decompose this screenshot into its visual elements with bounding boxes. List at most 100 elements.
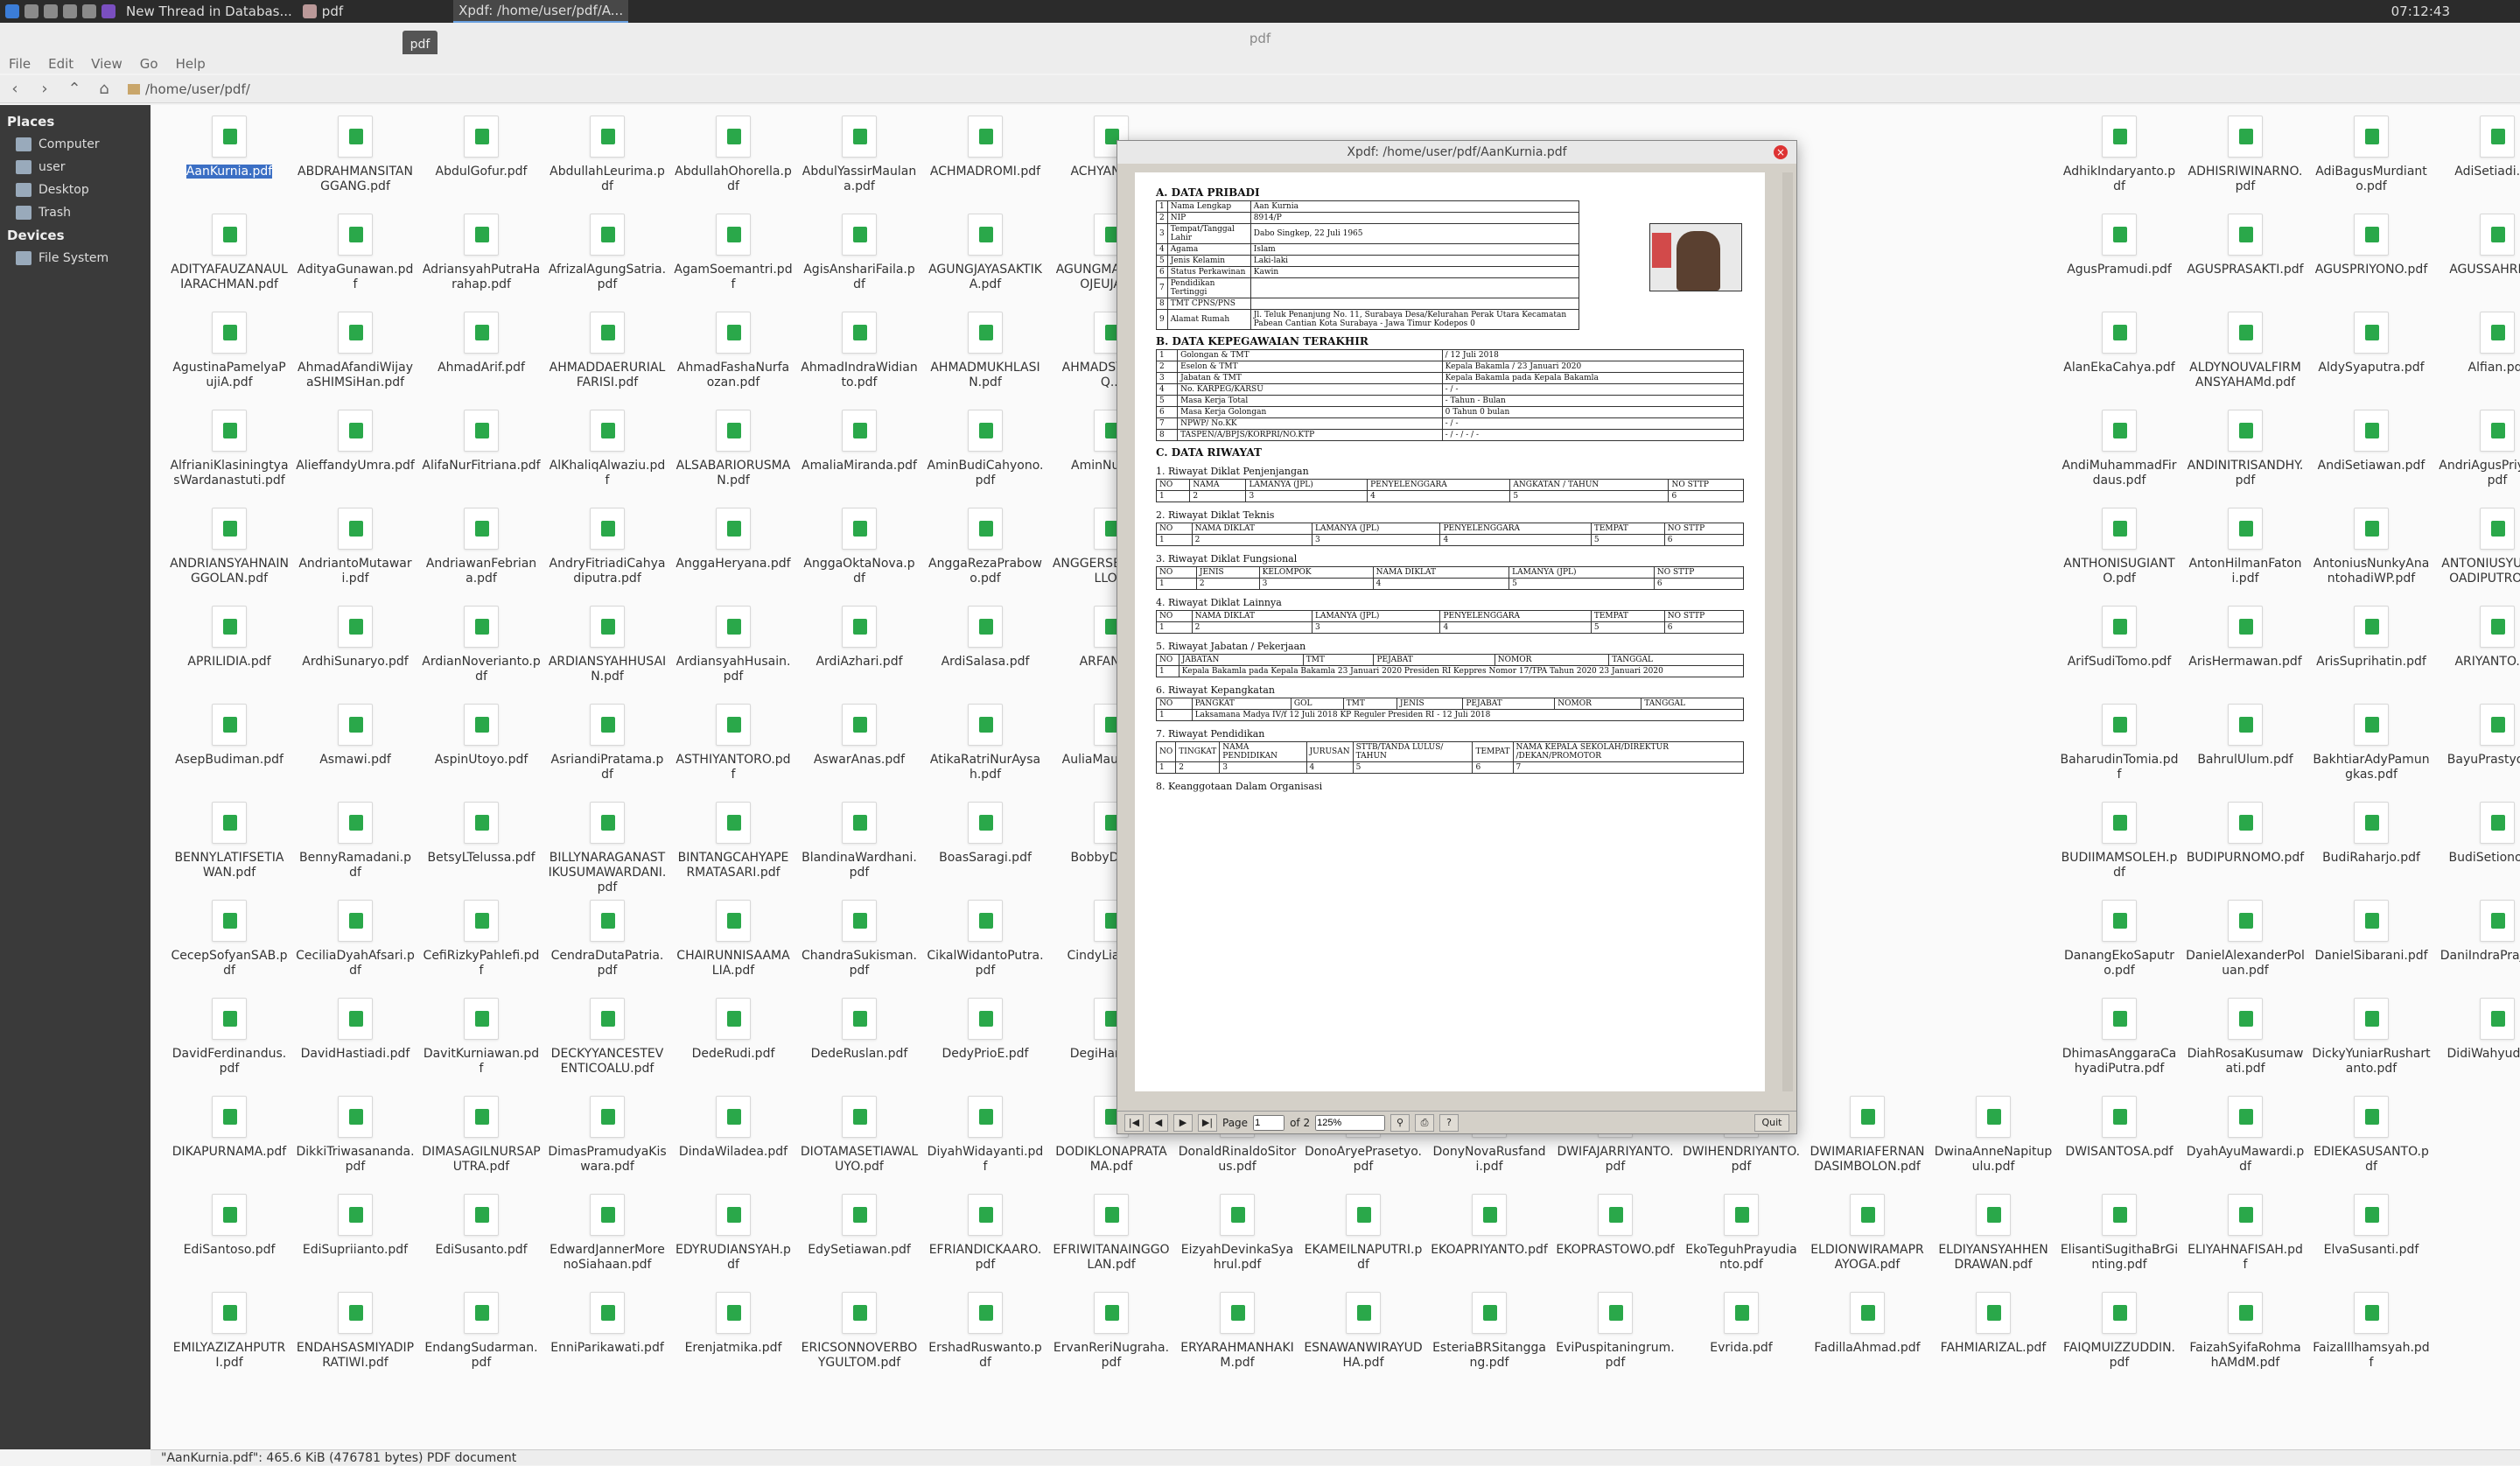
sidebar-item-user[interactable]: user (0, 156, 150, 179)
first-page-icon[interactable]: |◀ (1124, 1113, 1144, 1132)
file-item[interactable]: AndiMuhammadFirdaus.pdf (2056, 399, 2182, 488)
file-item[interactable]: AswarAnas.pdf (796, 693, 922, 768)
file-item[interactable]: EFRIANDICKAARO.pdf (922, 1183, 1048, 1273)
file-item[interactable]: AGUSPRASAKTI.pdf (2182, 203, 2308, 277)
file-item[interactable]: AlanEkaCahya.pdf (2056, 301, 2182, 375)
file-item[interactable]: EDIEKASUSANTO.pdf (2308, 1085, 2434, 1175)
close-icon[interactable]: × (1774, 145, 1788, 159)
file-item[interactable]: ASTHIYANTORO.pdf (670, 693, 796, 782)
file-item[interactable]: DiahRosaKusumawati.pdf (2182, 987, 2308, 1077)
launcher-icons[interactable] (0, 0, 121, 23)
file-item[interactable]: DaniIndraPraja.pdf (2434, 889, 2520, 964)
file-item[interactable]: DavitKurniawan.pdf (418, 987, 544, 1077)
back-icon[interactable]: ‹ (0, 80, 30, 98)
file-item[interactable]: DIOTAMASETIAWALUYO.pdf (796, 1085, 922, 1175)
file-item[interactable]: ARIYANTO.pdf (2434, 595, 2520, 670)
file-item[interactable]: DWIMARIAFERNANDASIMBOLON.pdf (1804, 1085, 1930, 1175)
file-item[interactable]: AdiSetiadi.pdf (2434, 105, 2520, 179)
file-item[interactable]: AlKhaliqAlwaziu.pdf (544, 399, 670, 488)
file-item[interactable]: FadillaAhmad.pdf (1804, 1281, 1930, 1356)
file-item[interactable]: ArdiSalasa.pdf (922, 595, 1048, 670)
file-item[interactable]: ANTONIUSYUWONOADIPUTRO.pdf (2434, 497, 2520, 586)
file-item[interactable]: AldySyaputra.pdf (2308, 301, 2434, 375)
file-item[interactable]: ArdiAzhari.pdf (796, 595, 922, 670)
file-item[interactable]: BlandinaWardhani.pdf (796, 791, 922, 880)
file-item[interactable]: ElvaSusanti.pdf (2308, 1183, 2434, 1258)
file-item[interactable]: DavidHastiadi.pdf (292, 987, 418, 1062)
file-item[interactable]: ArdiansyahHusain.pdf (670, 595, 796, 684)
file-item[interactable]: AndriAgusPriyanto.pdf (2434, 399, 2520, 488)
file-item[interactable]: ERYARAHMANHAKIM.pdf (1174, 1281, 1300, 1371)
file-item[interactable]: DIMASAGILNURSAPUTRA.pdf (418, 1085, 544, 1175)
last-page-icon[interactable]: ▶| (1198, 1113, 1217, 1132)
file-item[interactable]: DIKAPURNAMA.pdf (166, 1085, 292, 1160)
page-input[interactable] (1253, 1114, 1285, 1131)
file-item[interactable]: FAIQMUIZZUDDIN.pdf (2056, 1281, 2182, 1371)
file-item[interactable]: ArdhiSunaryo.pdf (292, 595, 418, 670)
file-item[interactable]: DyahAyuMawardi.pdf (2182, 1085, 2308, 1175)
file-item[interactable]: ANDRIANSYAHNAINGGOLAN.pdf (166, 497, 292, 586)
file-item[interactable]: EviPuspitaningrum.pdf (1552, 1281, 1678, 1371)
help-icon[interactable]: ? (1439, 1113, 1460, 1132)
file-item[interactable]: AtikaRatriNurAysah.pdf (922, 693, 1048, 782)
file-item[interactable]: AbdullahLeurima.pdf (544, 105, 670, 194)
file-item[interactable]: ArisHermawan.pdf (2182, 595, 2308, 670)
find-icon[interactable]: ⚲ (1390, 1113, 1410, 1132)
file-item[interactable]: ALSABARIORUSMAN.pdf (670, 399, 796, 488)
file-item[interactable]: AnggaOktaNova.pdf (796, 497, 922, 586)
file-item[interactable]: BakhtiarAdyPamungkas.pdf (2308, 693, 2434, 782)
file-item[interactable]: AminBudiCahyono.pdf (922, 399, 1048, 488)
menu-go[interactable]: Go (131, 54, 167, 74)
file-item[interactable]: CefiRizkyPahlefi.pdf (418, 889, 544, 979)
file-item[interactable]: BetsyLTelussa.pdf (418, 791, 544, 866)
file-item[interactable]: AHMADDAERURIALFARISI.pdf (544, 301, 670, 390)
prev-page-icon[interactable]: ◀ (1149, 1113, 1168, 1132)
menu-edit[interactable]: Edit (39, 54, 82, 74)
file-item[interactable]: ENDAHSASMIYADIPRATIWI.pdf (292, 1281, 418, 1371)
file-item[interactable]: CendraDutaPatria.pdf (544, 889, 670, 979)
file-item[interactable]: ChandraSukisman.pdf (796, 889, 922, 979)
file-item[interactable]: AbdulYassirMaulana.pdf (796, 105, 922, 194)
file-item[interactable]: AspinUtoyo.pdf (418, 693, 544, 768)
file-item[interactable]: AdriansyahPutraHarahap.pdf (418, 203, 544, 292)
sidebar-item-trash[interactable]: Trash (0, 201, 150, 224)
file-item[interactable]: AfrizalAgungSatria.pdf (544, 203, 670, 292)
file-item[interactable]: DedeRudi.pdf (670, 987, 796, 1062)
file-item[interactable]: DanielSibarani.pdf (2308, 889, 2434, 964)
file-item[interactable]: Evrida.pdf (1678, 1281, 1804, 1356)
file-item[interactable]: AlieffandyUmra.pdf (292, 399, 418, 473)
file-item[interactable]: ElisantiSugithaBrGinting.pdf (2056, 1183, 2182, 1273)
file-item[interactable]: AhmadArif.pdf (418, 301, 544, 375)
vertical-scrollbar[interactable] (1782, 172, 1793, 1091)
file-item[interactable]: DavidFerdinandus.pdf (166, 987, 292, 1077)
file-item[interactable]: BoasSaragi.pdf (922, 791, 1048, 866)
file-item[interactable]: AhmadFashaNurfaozan.pdf (670, 301, 796, 390)
file-item[interactable]: FaizalIlhamsyah.pdf (2308, 1281, 2434, 1371)
xpdf-titlebar[interactable]: Xpdf: /home/user/pdf/AanKurnia.pdf × (1117, 141, 1796, 164)
file-item[interactable]: BENNYLATIFSETIAWAN.pdf (166, 791, 292, 880)
file-item[interactable]: EDYRUDIANSYAH.pdf (670, 1183, 796, 1273)
file-item[interactable]: CecepSofyanSAB.pdf (166, 889, 292, 979)
file-item[interactable]: AgamSoemantri.pdf (670, 203, 796, 292)
file-item[interactable]: BaharudinTomia.pdf (2056, 693, 2182, 782)
file-item[interactable]: DedyPrioE.pdf (922, 987, 1048, 1062)
file-item[interactable]: ANTHONISUGIANTO.pdf (2056, 497, 2182, 586)
file-item[interactable]: EFRIWITANAINGGOLAN.pdf (1048, 1183, 1174, 1273)
file-item[interactable]: ErshadRuswanto.pdf (922, 1281, 1048, 1371)
file-item[interactable]: DanielAlexanderPoluan.pdf (2182, 889, 2308, 979)
next-page-icon[interactable]: ▶ (1173, 1113, 1193, 1132)
file-item[interactable]: APRILIDIA.pdf (166, 595, 292, 670)
forward-icon[interactable]: › (30, 80, 60, 98)
file-item[interactable]: FAHMIARIZAL.pdf (1930, 1281, 2056, 1356)
file-item[interactable]: AHMADMUKHLASIN.pdf (922, 301, 1048, 390)
file-item[interactable]: DanangEkoSaputro.pdf (2056, 889, 2182, 979)
file-item[interactable]: EdiSusanto.pdf (418, 1183, 544, 1258)
xpdf-window[interactable]: Xpdf: /home/user/pdf/AanKurnia.pdf × A. D… (1116, 140, 1797, 1134)
file-item[interactable]: AdiBagusMurdianto.pdf (2308, 105, 2434, 194)
file-item[interactable]: AbdullahOhorella.pdf (670, 105, 796, 194)
file-item[interactable]: ABDRAHMANSITANGGANG.pdf (292, 105, 418, 194)
file-item[interactable]: DiyahWidayanti.pdf (922, 1085, 1048, 1175)
file-item[interactable]: AndriawanFebriana.pdf (418, 497, 544, 586)
file-item[interactable]: DWISANTOSA.pdf (2056, 1085, 2182, 1160)
file-item[interactable]: AdityaGunawan.pdf (292, 203, 418, 292)
